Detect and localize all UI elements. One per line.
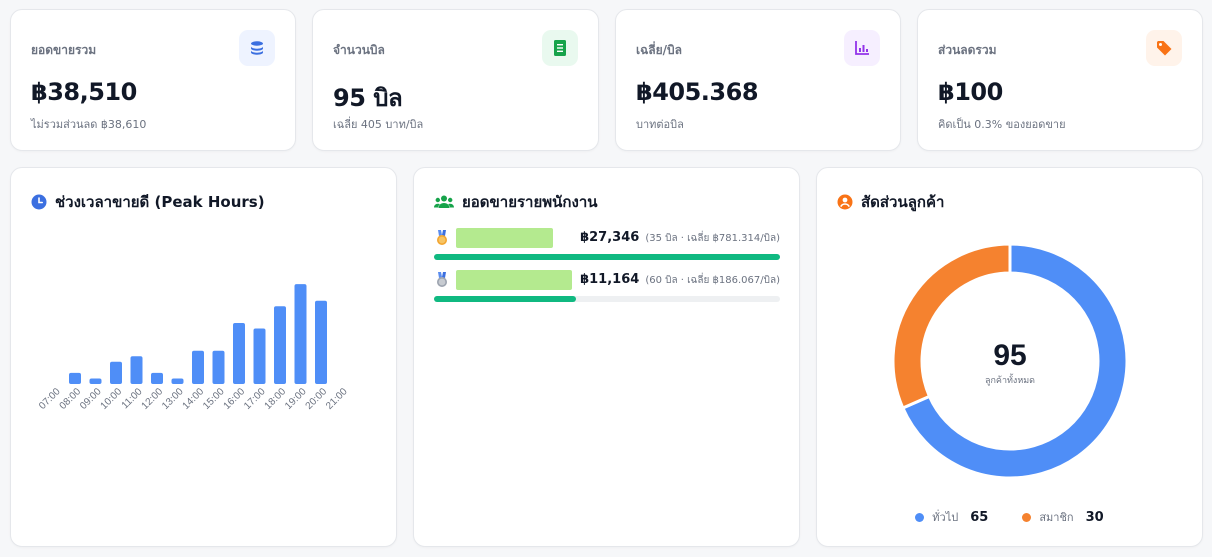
employee-detail: (35 บิล · เฉลี่ย ฿781.314/บิล) bbox=[645, 233, 780, 244]
employee-sales-panel: ยอดขายรายพนักงาน ฿27,346 (35 บิล · เฉลี่… bbox=[413, 167, 800, 547]
x-tick-label: 21:00 bbox=[324, 386, 350, 412]
x-tick-label: 11:00 bbox=[120, 386, 145, 411]
x-tick-label: 16:00 bbox=[222, 386, 248, 412]
employee-share-track bbox=[434, 296, 780, 302]
stat-subtext: ไม่รวมส่วนลด ฿38,610 bbox=[31, 118, 147, 131]
stat-value: ฿100 bbox=[938, 78, 1003, 106]
employee-name-redacted bbox=[456, 270, 572, 290]
peak-bar bbox=[171, 378, 184, 384]
stat-label: ยอดขายรวม bbox=[31, 43, 97, 57]
legend-dot bbox=[1022, 512, 1032, 522]
stat-card-average-per-bill: เฉลี่ย/บิล ฿405.368 บาทต่อบิล bbox=[615, 9, 901, 151]
x-tick-label: 12:00 bbox=[140, 386, 166, 412]
x-tick-label: 09:00 bbox=[78, 386, 104, 412]
employee-amount: ฿11,164 bbox=[580, 272, 640, 287]
receipt-icon bbox=[542, 30, 578, 66]
x-tick-label: 18:00 bbox=[263, 386, 289, 412]
peak-bar bbox=[69, 372, 81, 384]
customer-legend: ทั่วไป 65 สมาชิก 30 bbox=[817, 508, 1202, 526]
employee-name-redacted bbox=[456, 228, 553, 248]
legend-dot bbox=[915, 512, 925, 522]
employee-row: ฿11,164 (60 บิล · เฉลี่ย ฿186.067/บิล) bbox=[434, 270, 780, 316]
employee-share-track bbox=[434, 254, 780, 260]
employee-row: ฿27,346 (35 บิล · เฉลี่ย ฿781.314/บิล) bbox=[434, 228, 780, 274]
panel-title: ยอดขายรายพนักงาน bbox=[434, 190, 598, 214]
x-tick-label: 13:00 bbox=[160, 386, 186, 412]
peak-bar bbox=[89, 378, 102, 384]
peak-bar bbox=[274, 306, 286, 384]
donut-total-label: ลูกค้าทั้งหมด bbox=[985, 373, 1035, 386]
employee-sales-title: ยอดขายรายพนักงาน bbox=[462, 193, 598, 211]
peak-bar bbox=[130, 356, 143, 384]
stat-label: ส่วนลดรวม bbox=[938, 43, 997, 57]
x-tick-label: 08:00 bbox=[58, 386, 84, 412]
employee-share-bar bbox=[434, 296, 576, 302]
stat-card-bill-count: จำนวนบิล 95 บิล เฉลี่ย 405 บาท/บิล bbox=[312, 9, 599, 151]
x-tick-label: 15:00 bbox=[201, 386, 227, 412]
employee-detail: (60 บิล · เฉลี่ย ฿186.067/บิล) bbox=[645, 275, 780, 286]
customer-ratio-panel: สัดส่วนลูกค้า 95 ลูกค้าทั้งหมด ทั่วไป 65… bbox=[816, 167, 1203, 547]
peak-bar bbox=[294, 284, 307, 384]
legend-item: ทั่วไป 65 bbox=[915, 508, 988, 526]
peak-bar bbox=[315, 300, 327, 384]
stat-value: 95 บิล bbox=[333, 84, 403, 112]
peak-bar bbox=[212, 350, 225, 384]
silver-medal-icon bbox=[437, 272, 447, 287]
stat-card-total-sales: ยอดขายรวม ฿38,510 ไม่รวมส่วนลด ฿38,610 bbox=[10, 9, 296, 151]
peak-hours-panel: ช่วงเวลาขายดี (Peak Hours) 07:00 08:00 09:… bbox=[10, 167, 397, 547]
customer-donut-chart: 95 ลูกค้าทั้งหมด bbox=[891, 242, 1129, 480]
x-tick-label: 07:00 bbox=[37, 386, 63, 412]
stat-subtext: คิดเป็น 0.3% ของยอดขาย bbox=[938, 118, 1066, 131]
legend-value: 30 bbox=[1085, 509, 1104, 525]
legend-label: สมาชิก bbox=[1039, 511, 1074, 524]
peak-bar bbox=[110, 361, 122, 384]
tag-icon bbox=[1146, 30, 1182, 66]
stat-subtext: เฉลี่ย 405 บาท/บิล bbox=[333, 118, 424, 131]
peak-bar bbox=[233, 322, 245, 384]
legend-label: ทั่วไป bbox=[932, 511, 959, 524]
peak-bar bbox=[253, 328, 266, 384]
x-tick-label: 10:00 bbox=[99, 386, 125, 412]
x-tick-label: 20:00 bbox=[304, 386, 330, 412]
stat-subtext: บาทต่อบิล bbox=[636, 118, 684, 131]
stat-label: เฉลี่ย/บิล bbox=[636, 43, 683, 57]
users-icon bbox=[434, 195, 454, 208]
peak-bar bbox=[151, 372, 163, 384]
stat-value: ฿405.368 bbox=[636, 78, 759, 106]
coins-icon bbox=[239, 30, 275, 66]
donut-total-value: 95 bbox=[993, 339, 1026, 372]
legend-item: สมาชิก 30 bbox=[1022, 508, 1104, 526]
stat-label: จำนวนบิล bbox=[333, 43, 385, 57]
peak-bar bbox=[192, 350, 204, 384]
x-tick-label: 14:00 bbox=[181, 386, 207, 412]
legend-value: 65 bbox=[970, 509, 989, 525]
peak-hours-bar-chart: 07:0008:0009:0010:0011:0012:0013:0014:00… bbox=[37, 284, 350, 412]
x-tick-label: 17:00 bbox=[242, 386, 268, 412]
stat-card-total-discount: ส่วนลดรวม ฿100 คิดเป็น 0.3% ของยอดขาย bbox=[917, 9, 1203, 151]
employee-amount: ฿27,346 bbox=[580, 230, 640, 245]
gold-medal-icon bbox=[437, 230, 447, 245]
chart-icon bbox=[844, 30, 880, 66]
employee-share-bar bbox=[434, 254, 780, 260]
x-tick-label: 19:00 bbox=[283, 386, 309, 412]
stat-value: ฿38,510 bbox=[31, 78, 137, 106]
